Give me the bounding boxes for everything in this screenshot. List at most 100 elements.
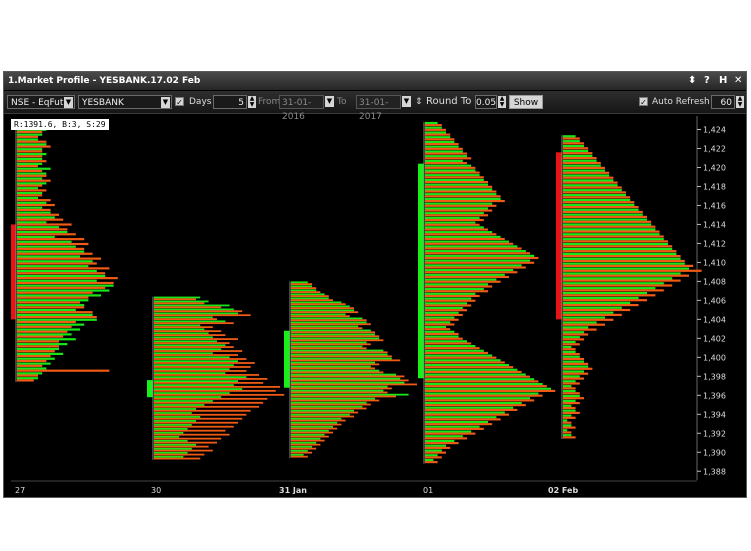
buy-volume-bar <box>17 333 72 336</box>
buy-volume-bar <box>291 285 312 288</box>
buy-volume-bar <box>291 341 367 344</box>
sell-volume-bar <box>563 362 589 365</box>
days-input[interactable]: 5 <box>213 95 247 109</box>
close-button[interactable]: ✕ <box>734 72 742 90</box>
buy-volume-bar <box>425 240 509 243</box>
sell-volume-bar <box>17 359 47 363</box>
auto-refresh-checkbox[interactable]: ✓ <box>639 97 648 107</box>
buy-volume-bar <box>425 359 501 362</box>
buy-volume-bar <box>291 369 380 372</box>
sell-volume-bar <box>563 171 610 174</box>
buy-volume-bar <box>291 309 354 312</box>
sell-volume-bar <box>425 185 493 188</box>
buy-volume-bar <box>17 347 59 351</box>
exchange-select[interactable]: NSE - EqFut ▼ <box>7 95 75 109</box>
refresh-interval-value: 60 <box>720 98 732 108</box>
sell-volume-bar <box>563 166 605 169</box>
sell-volume-bar <box>291 395 396 398</box>
sell-volume-bar <box>563 343 580 346</box>
buy-volume-bar <box>154 360 238 363</box>
buy-volume-bar <box>425 207 488 210</box>
pin-icon[interactable]: ⬍ <box>688 72 696 90</box>
buy-volume-bar <box>563 174 610 177</box>
sell-volume-bar <box>154 330 222 333</box>
buy-volume-bar <box>291 389 384 392</box>
sell-volume-bar <box>563 436 576 439</box>
buy-volume-bar <box>563 277 673 280</box>
buy-volume-bar <box>425 363 509 367</box>
value-area-bar <box>11 224 16 320</box>
sell-volume-bar <box>425 133 451 136</box>
days-spinner[interactable]: ▲ ▼ <box>248 96 256 108</box>
sell-volume-bar <box>154 425 234 428</box>
sell-volume-bar <box>17 311 93 314</box>
sell-volume-bar <box>17 350 55 353</box>
from-label: From <box>258 97 281 107</box>
sell-volume-bar <box>425 228 488 231</box>
sell-volume-bar <box>425 290 488 293</box>
round-to-input[interactable]: 0.05 <box>475 95 497 109</box>
buy-volume-bar <box>425 264 522 267</box>
sell-volume-bar <box>563 259 685 263</box>
buy-volume-bar <box>154 304 230 307</box>
buy-volume-bar <box>17 313 93 316</box>
sell-volume-bar <box>154 298 196 301</box>
value-area-bar <box>284 330 290 388</box>
y-tick-label: 1,406 <box>703 296 726 305</box>
buy-volume-bar <box>563 154 593 157</box>
buy-volume-bar <box>17 328 80 331</box>
buy-volume-bar <box>425 344 476 348</box>
buy-volume-bar <box>154 384 234 386</box>
sell-volume-bar <box>563 269 702 272</box>
sell-volume-bar <box>17 199 51 202</box>
buy-volume-bar <box>563 404 572 407</box>
sell-volume-bar <box>291 431 333 434</box>
chevron-down-icon[interactable]: ▼ <box>161 97 170 108</box>
show-button[interactable]: Show <box>509 95 543 109</box>
buy-volume-bar <box>425 159 463 163</box>
title-bar[interactable]: 1.Market Profile - YESBANK.17.02 Feb ⬍ ?… <box>4 72 746 90</box>
sell-volume-bar <box>154 413 247 416</box>
sell-volume-bar <box>563 254 681 258</box>
buy-volume-bar <box>291 413 350 416</box>
sell-volume-bar <box>17 194 43 197</box>
calendar-dropdown-icon[interactable]: ▼ <box>402 96 411 107</box>
sell-volume-bar <box>563 215 647 218</box>
calendar-dropdown-icon[interactable]: ▼ <box>325 96 334 107</box>
y-tick-label: 1,398 <box>703 372 726 381</box>
buy-volume-bar <box>17 362 51 365</box>
market-profile-chart[interactable]: 1,388 1,390 1,392 1,394 1,396 1,398 1,400 1,402… <box>11 116 741 494</box>
sell-volume-bar <box>17 340 59 343</box>
sell-volume-bar <box>17 320 76 324</box>
sell-volume-bar <box>425 337 463 340</box>
from-date-field[interactable]: 31-01-2016 <box>279 95 324 122</box>
buy-volume-bar <box>563 331 584 334</box>
sell-volume-bar <box>17 296 89 299</box>
sell-volume-bar <box>563 294 656 297</box>
buy-volume-bar <box>291 325 359 328</box>
buy-volume-bar <box>154 316 213 319</box>
sell-volume-bar <box>425 418 501 421</box>
buy-volume-bar <box>291 381 405 384</box>
to-date-field[interactable]: 31-01-2017 <box>356 95 401 122</box>
y-tick-label: 1,392 <box>703 429 726 438</box>
sell-volume-bar <box>425 451 446 454</box>
days-checkbox[interactable]: ✓ <box>175 97 184 107</box>
sell-volume-bar <box>17 164 38 168</box>
sell-volume-bar <box>291 339 384 342</box>
refresh-interval-input[interactable]: 60 <box>711 95 735 109</box>
refresh-spinner[interactable]: ▲ ▼ <box>736 96 744 108</box>
sell-volume-bar <box>17 189 47 192</box>
help-button[interactable]: ? <box>704 72 710 90</box>
buy-volume-bar <box>563 414 572 417</box>
buy-volume-bar <box>425 302 467 305</box>
symbol-select[interactable]: YESBANK ▼ <box>78 95 172 109</box>
buy-volume-bar <box>563 365 589 368</box>
sell-volume-bar <box>17 374 38 377</box>
buy-volume-bar <box>17 367 47 370</box>
buy-volume-bar <box>17 352 64 355</box>
buy-volume-bar <box>17 343 68 346</box>
hide-button[interactable]: H <box>719 72 727 90</box>
round-to-spinner[interactable]: ▲ ▼ <box>498 96 506 108</box>
chevron-down-icon[interactable]: ▼ <box>64 97 73 108</box>
